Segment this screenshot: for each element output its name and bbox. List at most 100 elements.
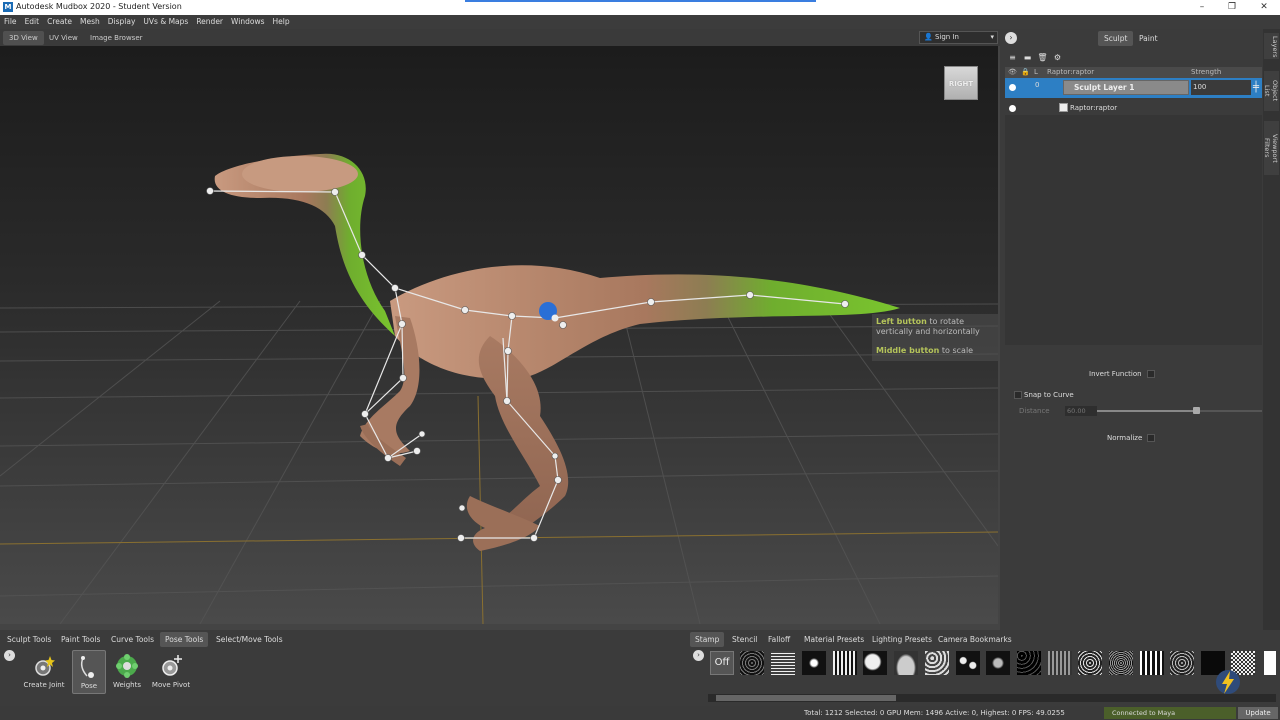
stamp-off-button[interactable]: Off xyxy=(710,651,734,675)
tab-sculpt[interactable]: Sculpt xyxy=(1098,31,1134,46)
stamp-thumbnail[interactable] xyxy=(740,651,764,675)
tab-curve-tools[interactable]: Curve Tools xyxy=(106,632,159,647)
view-cube[interactable]: RIGHT xyxy=(944,66,978,100)
menu-uvs-maps[interactable]: UVs & Maps xyxy=(139,15,192,29)
stamp-thumbnail[interactable] xyxy=(1017,651,1041,675)
folder-icon[interactable]: ▬ xyxy=(1022,53,1033,63)
stamp-thumbnail[interactable] xyxy=(1078,651,1102,675)
menu-bar: File Edit Create Mesh Display UVs & Maps… xyxy=(0,15,1280,29)
tab-stencil[interactable]: Stencil xyxy=(727,632,762,647)
stamp-shelf-expand-icon[interactable]: › xyxy=(693,650,704,661)
normalize-checkbox[interactable] xyxy=(1147,434,1155,442)
sign-in-label: Sign In xyxy=(934,33,959,41)
tool-properties: Invert Function Snap to Curve Distance 6… xyxy=(1005,349,1262,649)
shelf-expand-icon[interactable]: › xyxy=(4,650,15,661)
tab-viewport-filters[interactable]: Viewport Filters xyxy=(1263,121,1279,175)
menu-display[interactable]: Display xyxy=(104,15,140,29)
mesh-visibility-dot[interactable] xyxy=(1009,105,1016,112)
tab-image-browser[interactable]: Image Browser xyxy=(84,31,149,45)
mesh-row[interactable]: Raptor:raptor xyxy=(1005,101,1262,115)
normalize-label: Normalize xyxy=(1107,434,1143,442)
stamp-thumbnail[interactable] xyxy=(986,651,1010,675)
invert-function-label: Invert Function xyxy=(1089,370,1142,378)
stamp-thumbnail[interactable] xyxy=(863,651,887,675)
tab-select-move-tools[interactable]: Select/Move Tools xyxy=(211,632,288,647)
stamp-thumbnail[interactable] xyxy=(1170,651,1194,675)
stamp-thumbnail[interactable] xyxy=(1048,651,1072,675)
lock-icon: 🔒 xyxy=(1021,68,1030,76)
minimize-button[interactable]: – xyxy=(1188,1,1216,14)
pose-icon xyxy=(80,656,94,678)
stamp-thumbnail[interactable] xyxy=(802,651,826,675)
layer-name-field[interactable]: Sculpt Layer 1 xyxy=(1063,80,1189,95)
distance-slider-rest xyxy=(1200,410,1262,412)
lock-column-label: L xyxy=(1034,68,1038,76)
raptor-model xyxy=(214,153,900,551)
menu-file[interactable]: File xyxy=(0,15,21,29)
stamp-thumbnail[interactable] xyxy=(1109,651,1133,675)
layer-strength-field[interactable]: 100 xyxy=(1191,80,1251,95)
stamp-scrollbar[interactable] xyxy=(708,694,1276,702)
close-button[interactable]: ✕ xyxy=(1250,1,1278,14)
menu-mesh[interactable]: Mesh xyxy=(76,15,104,29)
tab-3d-view[interactable]: 3D View xyxy=(3,31,44,45)
create-joint-label: Create Joint xyxy=(23,681,65,689)
tab-object-list[interactable]: Object List xyxy=(1263,71,1279,111)
stamp-scrollbar-thumb[interactable] xyxy=(716,695,896,701)
create-joint-tool[interactable]: Create Joint xyxy=(22,650,66,694)
weights-label: Weights xyxy=(112,681,142,689)
distance-slider-thumb[interactable] xyxy=(1193,407,1200,414)
menu-render[interactable]: Render xyxy=(192,15,227,29)
menu-create[interactable]: Create xyxy=(43,15,76,29)
restore-button[interactable]: ❐ xyxy=(1218,1,1246,14)
stamp-thumbnail[interactable] xyxy=(771,651,795,675)
window-title: Autodesk Mudbox 2020 - Student Version xyxy=(16,2,182,11)
3d-viewport[interactable]: RIGHT Left button to rotate vertically a… xyxy=(0,46,998,624)
tab-falloff[interactable]: Falloff xyxy=(763,632,795,647)
stamp-thumbnail[interactable] xyxy=(894,651,918,675)
stamp-thumbnail[interactable] xyxy=(833,651,857,675)
menu-edit[interactable]: Edit xyxy=(21,15,44,29)
tab-sculpt-tools[interactable]: Sculpt Tools xyxy=(2,632,56,647)
tab-pose-tools[interactable]: Pose Tools xyxy=(160,632,209,647)
lightning-badge-icon xyxy=(1214,668,1242,696)
hint-scale: to scale xyxy=(939,346,974,355)
layer-options-icon[interactable]: ⚙ xyxy=(1052,53,1063,63)
status-bar: Total: 1212 Selected: 0 GPU Mem: 1496 Ac… xyxy=(0,706,1280,720)
distance-input[interactable]: 60.00 xyxy=(1065,406,1097,416)
tab-material-presets[interactable]: Material Presets xyxy=(799,632,869,647)
layer-visibility-dot[interactable] xyxy=(1009,84,1016,91)
strength-slider-handle-icon[interactable]: ╪ xyxy=(1251,81,1261,95)
tab-stamp[interactable]: Stamp xyxy=(690,632,725,647)
expand-arrow-icon[interactable]: › xyxy=(1005,32,1017,44)
mesh-name: Raptor:raptor xyxy=(1070,104,1118,112)
menu-help[interactable]: Help xyxy=(269,15,294,29)
sign-in-dropdown[interactable]: 👤 Sign In ▾ xyxy=(919,31,998,44)
layers-stack-icon[interactable]: ≡ xyxy=(1007,53,1018,63)
sculpt-layer-row[interactable]: 0 Sculpt Layer 1 100 ╪ xyxy=(1005,78,1262,98)
update-button[interactable]: Update xyxy=(1238,707,1278,719)
side-tab-strip: Layers Object List Viewport Filters xyxy=(1263,29,1280,706)
trash-icon[interactable]: 🗑 xyxy=(1037,53,1048,63)
tab-uv-view[interactable]: UV View xyxy=(43,31,84,45)
distance-label: Distance xyxy=(1019,407,1050,415)
snap-to-curve-checkbox[interactable] xyxy=(1014,391,1022,399)
stamp-thumbnail[interactable] xyxy=(1140,651,1164,675)
weights-tool[interactable]: Weights xyxy=(105,650,149,694)
tab-layers[interactable]: Layers xyxy=(1264,33,1279,59)
move-pivot-tool[interactable]: Move Pivot xyxy=(149,650,193,694)
menu-windows[interactable]: Windows xyxy=(227,15,268,29)
user-icon: 👤 xyxy=(924,33,933,41)
strength-column-header: Strength xyxy=(1191,68,1222,76)
invert-function-checkbox[interactable] xyxy=(1147,370,1155,378)
tab-lighting-presets[interactable]: Lighting Presets xyxy=(867,632,937,647)
hint-rotate: to rotate xyxy=(926,317,965,326)
stamp-thumbnail[interactable] xyxy=(1264,651,1276,675)
stamp-thumbnail[interactable] xyxy=(925,651,949,675)
tab-paint-tools[interactable]: Paint Tools xyxy=(56,632,105,647)
tab-paint[interactable]: Paint xyxy=(1133,31,1164,46)
stamp-thumbnail[interactable] xyxy=(956,651,980,675)
tab-camera-bookmarks[interactable]: Camera Bookmarks xyxy=(933,632,1017,647)
snap-to-curve-label: Snap to Curve xyxy=(1024,391,1074,399)
pose-tool[interactable]: Pose xyxy=(72,650,106,694)
